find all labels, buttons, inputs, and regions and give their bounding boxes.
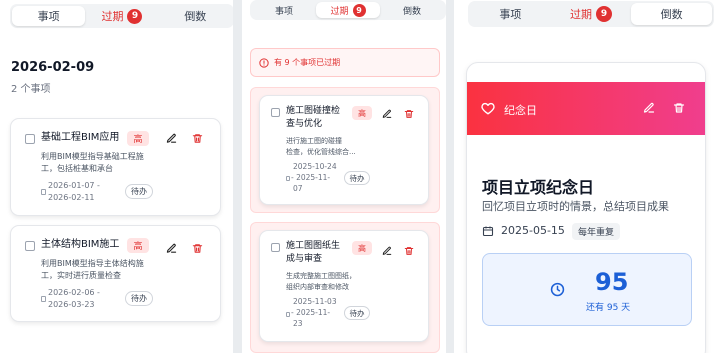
- tab-switcher: 事项 过期 9 倒数: [250, 0, 446, 20]
- task-title-line2: 查与优化: [286, 119, 323, 129]
- clock-icon: [550, 282, 565, 297]
- calendar-icon: [41, 189, 46, 195]
- task-date-line3: 23: [293, 319, 303, 328]
- task-title: 基础工程BIM应用: [41, 132, 120, 143]
- edit-icon[interactable]: [165, 242, 178, 255]
- tab-items[interactable]: 事项: [12, 6, 86, 26]
- edit-icon[interactable]: [642, 101, 656, 115]
- task-description-line1: 进行施工图的碰撞: [286, 137, 342, 145]
- anniversary-banner: [467, 82, 705, 135]
- calendar-icon: [286, 176, 290, 181]
- task-title-line1: 施工图图纸生: [286, 241, 341, 251]
- days-caption: 还有 95 天: [586, 303, 631, 313]
- task-date-line3: 07: [293, 184, 303, 193]
- task-title: 主体结构BIM施工: [41, 239, 120, 250]
- task-description: 利用BIM模型指导主体结构施工，实时进行质量检查: [41, 259, 144, 280]
- task-title-line1: 施工图碰撞检: [286, 106, 341, 116]
- anniversary-title: 项目立项纪念日: [482, 178, 595, 197]
- task-title-line2: 成与审查: [286, 254, 323, 264]
- date-heading: 2026-02-09: [11, 60, 95, 75]
- task-date-line2: - 2025-11-: [291, 308, 331, 317]
- task-date-start: 2026-02-06 -: [48, 288, 100, 297]
- task-card[interactable]: 主体结构BIM施工 高 利用BIM模型指导主体结构施工，实时进行质量检查 202…: [10, 225, 221, 322]
- priority-badge: 高: [352, 106, 372, 120]
- countdown-panel: 事项 过期 9 倒数 纪念日 项目立项纪念日 回忆项目立项时的情景，总结项目成果 …: [454, 0, 714, 353]
- priority-badge: 高: [127, 238, 149, 253]
- task-date-line2: - 2025-11-: [291, 173, 331, 182]
- item-count: 2 个事项: [11, 84, 51, 95]
- edit-icon[interactable]: [381, 108, 393, 120]
- edit-icon[interactable]: [381, 245, 393, 257]
- overdue-count-badge: 9: [352, 3, 366, 17]
- tab-countdown[interactable]: 倒数: [631, 3, 713, 25]
- tab-overdue-label: 过期: [330, 6, 349, 17]
- tab-countdown[interactable]: 倒数: [159, 6, 232, 26]
- task-checkbox[interactable]: [271, 243, 280, 252]
- overdue-alert: 有 9 个事项已过期: [250, 48, 440, 77]
- delete-icon[interactable]: [403, 108, 415, 120]
- tab-countdown-label: 倒数: [184, 10, 207, 23]
- task-checkbox[interactable]: [25, 134, 35, 144]
- edit-icon[interactable]: [165, 132, 178, 145]
- calendar-icon: [41, 296, 46, 302]
- task-date-line1: 2025-11-03: [293, 297, 337, 306]
- delete-icon[interactable]: [672, 101, 686, 115]
- tab-countdown-label: 倒数: [660, 8, 683, 21]
- heart-icon: [481, 102, 495, 115]
- tab-switcher: 事项 过期 9 倒数: [10, 4, 233, 28]
- overdue-panel: 事项 过期 9 倒数 有 9 个事项已过期 施工图碰撞检 查与优化 高 进行施工图…: [242, 0, 446, 353]
- calendar-icon: [286, 312, 290, 317]
- items-panel: 事项 过期 9 倒数 2026-02-09 2 个事项 基础工程BIM应用 高 利…: [0, 0, 233, 353]
- anniversary-subtitle: 回忆项目立项时的情景，总结项目成果: [482, 200, 669, 213]
- status-badge: 待办: [125, 184, 153, 199]
- tab-overdue-label: 过期: [101, 10, 124, 23]
- tab-overdue[interactable]: 过期 9: [316, 2, 380, 18]
- tab-countdown[interactable]: 倒数: [380, 2, 444, 18]
- anniversary-date: 2025-05-15: [501, 224, 565, 237]
- tab-items-label: 事项: [499, 8, 522, 21]
- task-date-end: 2026-03-23: [48, 300, 95, 309]
- tab-overdue[interactable]: 过期 9: [85, 6, 158, 26]
- overdue-count-badge: 9: [127, 8, 143, 24]
- task-card[interactable]: 施工图图纸生 成与审查 高 生成完整施工图图纸， 组织内部审查和修改 2025-…: [259, 230, 429, 342]
- tab-countdown-label: 倒数: [402, 6, 421, 17]
- alert-circle-icon: [259, 57, 269, 68]
- tab-switcher: 事项 过期 9 倒数: [468, 1, 714, 27]
- repeat-badge: 每年重复: [572, 223, 621, 240]
- task-date-start: 2026-01-07 -: [48, 181, 100, 190]
- status-badge: 待办: [125, 291, 153, 306]
- status-badge: 待办: [344, 171, 370, 185]
- days-remaining: 95: [595, 268, 629, 296]
- task-card[interactable]: 基础工程BIM应用 高 利用BIM模型指导基础工程施工，包括桩基和承台 2026…: [10, 118, 221, 216]
- tab-overdue-label: 过期: [570, 8, 592, 21]
- tab-items-label: 事项: [37, 10, 60, 23]
- status-badge: 待办: [344, 306, 370, 320]
- tab-items[interactable]: 事项: [252, 2, 316, 18]
- task-checkbox[interactable]: [25, 241, 35, 251]
- card-label: 纪念日: [504, 104, 537, 117]
- countdown-box: [482, 253, 692, 326]
- task-checkbox[interactable]: [271, 108, 280, 117]
- task-date-line1: 2025-10-24: [293, 162, 337, 171]
- priority-badge: 高: [127, 131, 149, 146]
- priority-badge: 高: [352, 241, 372, 255]
- task-description-line2: 组织内部审查和修改: [286, 283, 349, 291]
- task-card[interactable]: 施工图碰撞检 查与优化 高 进行施工图的碰撞 检查，优化管线综合... 2025…: [259, 95, 429, 205]
- tab-items[interactable]: 事项: [470, 3, 551, 25]
- task-description-line2: 检查，优化管线综合...: [286, 148, 356, 156]
- overdue-alert-text: 有 9 个事项已过期: [274, 58, 341, 67]
- calendar-icon: [482, 225, 494, 237]
- overdue-count-badge: 9: [596, 6, 612, 22]
- delete-icon[interactable]: [403, 245, 415, 257]
- task-date-end: 2026-02-11: [48, 193, 95, 202]
- tab-overdue[interactable]: 过期 9: [551, 3, 632, 25]
- tab-items-label: 事项: [274, 6, 293, 17]
- delete-icon[interactable]: [191, 242, 204, 255]
- delete-icon[interactable]: [191, 132, 204, 145]
- task-description-line1: 生成完整施工图图纸，: [286, 272, 356, 280]
- anniversary-card[interactable]: 纪念日 项目立项纪念日 回忆项目立项时的情景，总结项目成果 2025-05-15…: [466, 62, 706, 353]
- task-description: 利用BIM模型指导基础工程施工，包括桩基和承台: [41, 152, 144, 173]
